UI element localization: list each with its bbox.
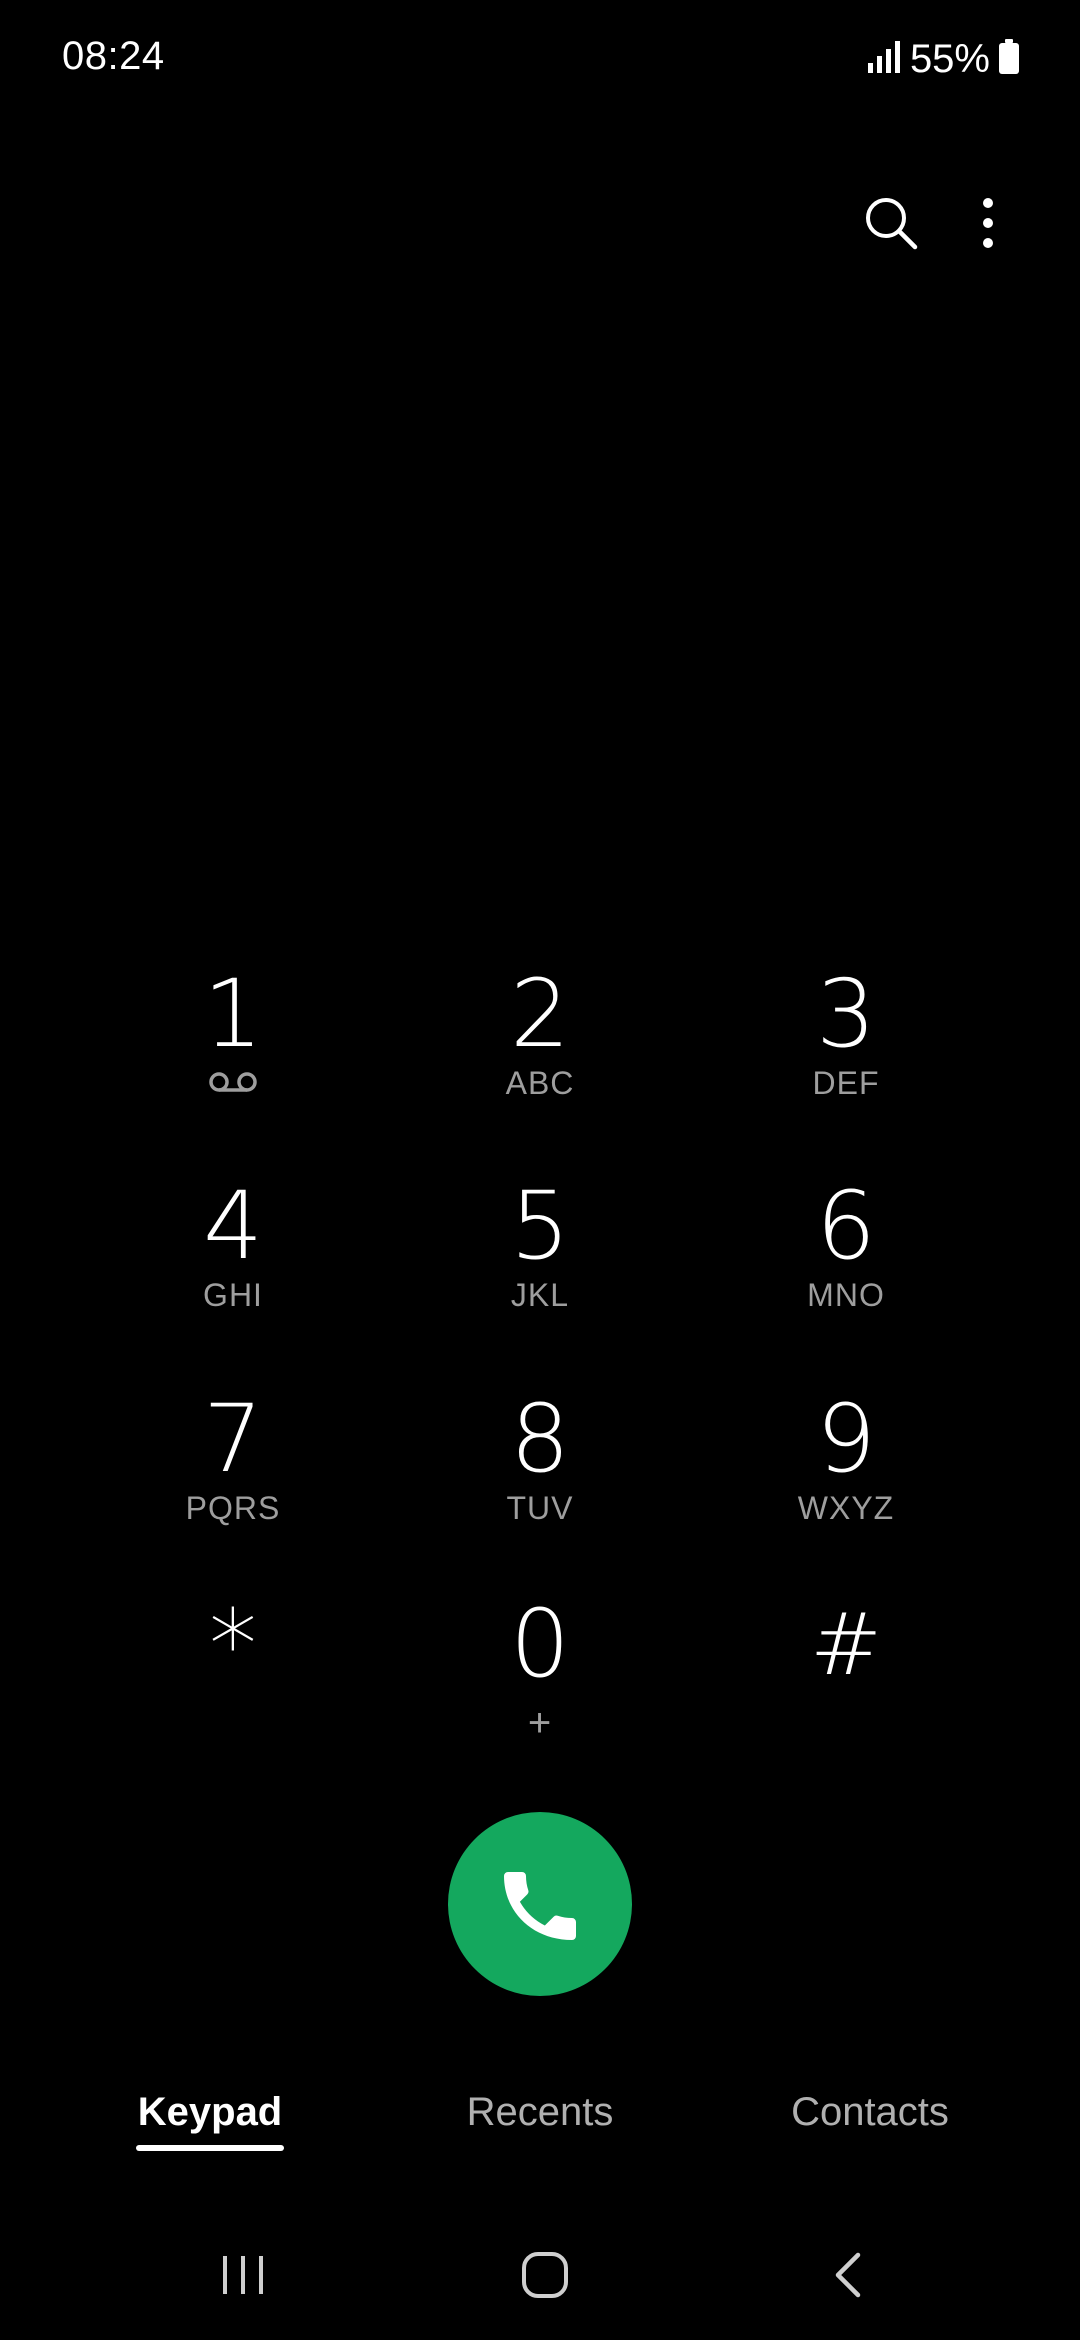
key-4[interactable]: 4 GHI [103, 1177, 363, 1367]
toolbar [0, 190, 1080, 260]
key-1[interactable]: 1 [103, 965, 363, 1155]
key-digit: 0 [510, 1590, 570, 1699]
tab-label: Keypad [137, 2090, 283, 2134]
key-digit: 1 [203, 960, 263, 1069]
key-letters: GHI [203, 1277, 263, 1313]
key-5[interactable]: 5 JKL [410, 1177, 670, 1367]
recent-apps-button[interactable] [183, 2230, 303, 2320]
phone-icon [504, 1872, 576, 1940]
back-button[interactable] [788, 2230, 908, 2320]
key-8[interactable]: 8 TUV [410, 1390, 670, 1580]
home-nav-icon [522, 2252, 568, 2298]
more-options-button[interactable] [960, 190, 1016, 256]
tab-contacts[interactable]: Contacts [760, 2090, 980, 2160]
key-digit: 2 [510, 960, 570, 1069]
key-0[interactable]: 0 + [410, 1595, 670, 1785]
call-button[interactable] [448, 1812, 632, 1996]
bottom-tabs: Keypad Recents Contacts [0, 2090, 1080, 2190]
system-nav-bar [0, 2230, 1080, 2320]
key-digit: * [209, 1589, 257, 1701]
key-digit: 8 [510, 1385, 570, 1494]
battery-icon [998, 38, 1020, 80]
tab-label: Contacts [791, 2090, 949, 2134]
voicemail-icon [207, 1069, 259, 1109]
search-button[interactable] [858, 190, 924, 256]
key-letters: DEF [812, 1065, 880, 1101]
key-6[interactable]: 6 MNO [716, 1177, 976, 1367]
search-icon [866, 198, 918, 250]
key-digit: 9 [816, 1385, 876, 1494]
key-digit: # [809, 1595, 883, 1695]
key-digit: 5 [510, 1172, 570, 1281]
key-letters: JKL [510, 1277, 570, 1313]
key-3[interactable]: 3 DEF [716, 965, 976, 1155]
key-letters: TUV [506, 1490, 574, 1526]
key-digit: 4 [203, 1172, 263, 1281]
recents-nav-icon [223, 2256, 263, 2294]
signal-icon [867, 40, 902, 78]
key-2[interactable]: 2 ABC [410, 965, 670, 1155]
key-letters: + [527, 1701, 553, 1745]
key-digit: 3 [816, 960, 876, 1069]
key-hash[interactable]: # [716, 1595, 976, 1785]
tab-recents[interactable]: Recents [440, 2090, 640, 2160]
tab-keypad[interactable]: Keypad [110, 2090, 310, 2160]
more-vert-icon [983, 198, 993, 248]
key-star[interactable]: * [103, 1595, 363, 1785]
back-nav-icon [835, 2252, 861, 2298]
home-button[interactable] [485, 2230, 605, 2320]
tab-label: Recents [466, 2090, 614, 2134]
key-9[interactable]: 9 WXYZ [716, 1390, 976, 1580]
key-letters: MNO [807, 1277, 885, 1313]
key-letters: WXYZ [797, 1490, 895, 1526]
key-digit: 6 [816, 1172, 876, 1281]
status-time: 08:24 [62, 34, 165, 78]
key-letters: ABC [505, 1065, 575, 1101]
key-digit: 7 [203, 1385, 263, 1494]
status-indicators: 55% [867, 34, 1020, 84]
battery-percentage: 55% [909, 36, 990, 81]
key-letters: PQRS [185, 1490, 281, 1526]
key-7[interactable]: 7 PQRS [103, 1390, 363, 1580]
status-bar: 08:24 55% [0, 0, 1080, 120]
active-tab-indicator [136, 2145, 284, 2151]
